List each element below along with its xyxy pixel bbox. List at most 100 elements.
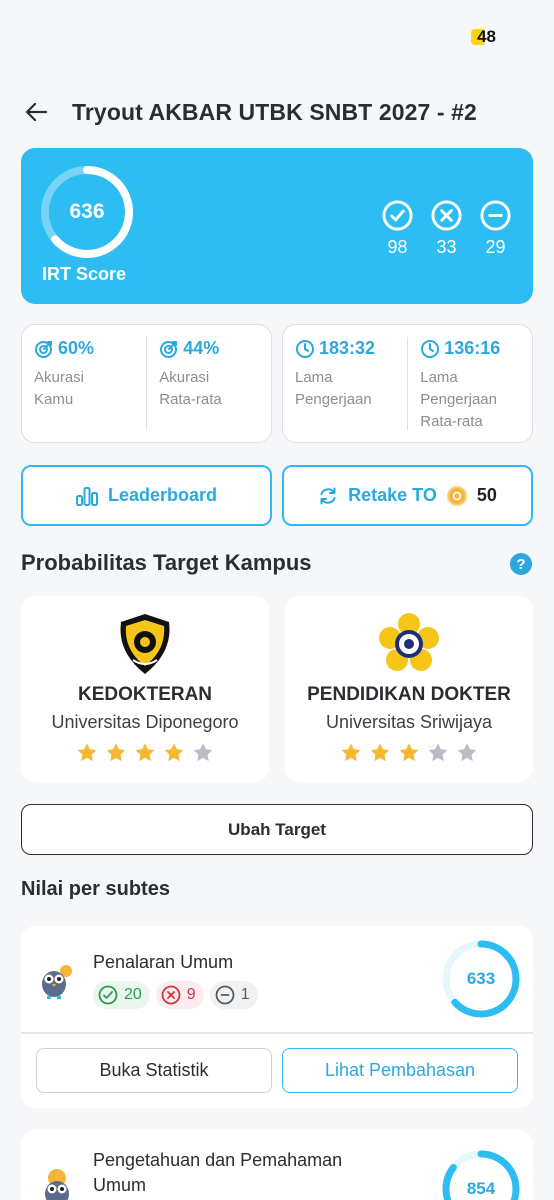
leaderboard-button[interactable]: Leaderboard	[21, 465, 272, 526]
owl-mascot-icon	[37, 1168, 77, 1200]
star-filled-icon	[106, 743, 126, 762]
irt-score-value: 636	[69, 200, 105, 223]
divider	[21, 1032, 533, 1034]
bar-chart-icon	[75, 486, 98, 506]
subtest-answer-chips: 20 9 1	[93, 981, 258, 1009]
status-bar: 48	[471, 26, 496, 48]
duration-average-value: 136:16	[444, 338, 501, 358]
accuracy-yours-label-1: Akurasi	[34, 369, 85, 386]
duration-yours-label-1: Lama	[295, 369, 333, 386]
accuracy-box: 60% Akurasi Kamu 44% Akurasi Rata-rata	[21, 324, 272, 443]
subtest-name-line-2: Umum	[93, 1175, 146, 1195]
unsri-logo	[379, 612, 439, 676]
subtest-score: 633	[466, 969, 496, 988]
subtest-card: Pengetahuan dan Pemahaman Umum 854	[21, 1130, 533, 1200]
page-title: Tryout AKBAR UTBK SNBT 2027 - #2	[72, 98, 477, 125]
battery-indicator: 48	[471, 27, 496, 47]
accuracy-yours-label-2: Kamu	[34, 391, 74, 408]
duration-average-label-2: Pengerjaan	[420, 391, 497, 408]
retake-label: Retake TO	[348, 485, 437, 505]
campus-major: PENDIDIKAN DOKTER	[307, 684, 511, 705]
campus-section-title: Probabilitas Target Kampus	[21, 550, 312, 575]
minus-circle-icon	[215, 985, 235, 1005]
wrong-stat: 33	[431, 200, 462, 258]
duration-yours: 183:32 Lama Pengerjaan	[283, 325, 407, 442]
check-circle-icon	[382, 200, 413, 231]
subtest-score-ring: 854	[441, 1149, 521, 1200]
campus-major: KEDOKTERAN	[77, 684, 213, 705]
skipped-stat: 29	[480, 200, 511, 258]
answer-stats: 98 33 29	[382, 200, 511, 258]
owl-mascot-icon	[37, 960, 77, 1005]
duration-average-label-1: Lama	[420, 369, 458, 386]
x-circle-icon	[431, 200, 462, 231]
change-target-button[interactable]: Ubah Target	[21, 804, 533, 855]
accuracy-average: 44% Akurasi Rata-rata	[147, 325, 271, 442]
subtests-section-title: Nilai per subtes	[21, 878, 170, 900]
subtest-name: Penalaran Umum	[93, 952, 234, 972]
back-button[interactable]	[20, 96, 52, 128]
subtest-score-ring: 633	[441, 939, 521, 1019]
accuracy-average-label-1: Akurasi	[159, 369, 210, 386]
page-header: Tryout AKBAR UTBK SNBT 2027 - #2	[20, 92, 534, 132]
campus-card[interactable]: PENDIDIKAN DOKTER Universitas Sriwijaya	[285, 596, 533, 782]
wrong-count: 9	[186, 986, 196, 1003]
duration-average-label-3: Rata-rata	[420, 413, 483, 430]
coin-icon	[446, 485, 467, 506]
skipped-count: 29	[485, 237, 506, 257]
wrong-count: 33	[436, 237, 457, 257]
accuracy-average-label-2: Rata-rata	[159, 391, 222, 408]
irt-score-label: IRT Score	[42, 264, 127, 284]
star-empty-icon	[428, 743, 448, 762]
target-icon	[35, 340, 52, 358]
refresh-icon	[320, 487, 336, 504]
correct-count: 20	[124, 986, 142, 1003]
correct-count: 98	[387, 237, 408, 257]
star-empty-icon	[193, 743, 213, 762]
accuracy-yours-value: 60%	[58, 338, 95, 358]
campus-university: Universitas Sriwijaya	[325, 712, 493, 732]
skipped-count: 1	[240, 986, 250, 1003]
target-icon	[160, 340, 178, 358]
duration-average: 136:16 Lama Pengerjaan Rata-rata	[408, 325, 532, 442]
star-filled-icon	[135, 743, 155, 762]
leaderboard-label: Leaderboard	[107, 485, 218, 505]
star-filled-icon	[77, 743, 97, 762]
open-statistics-button[interactable]: Buka Statistik	[36, 1048, 272, 1093]
subtest-name: Pengetahuan dan Pemahaman Umum	[93, 1148, 342, 1198]
score-summary-card: 636 IRT Score 98 33 29	[21, 148, 533, 304]
probability-stars	[285, 742, 533, 763]
skipped-chip: 1	[209, 981, 258, 1009]
duration-yours-label-2: Pengerjaan	[295, 391, 372, 408]
correct-stat: 98	[382, 200, 413, 258]
campus-university: Universitas Diponegoro	[51, 712, 239, 732]
star-filled-icon	[399, 743, 419, 762]
probability-stars	[21, 742, 269, 763]
x-square-icon	[161, 985, 181, 1005]
star-filled-icon	[164, 743, 184, 762]
campus-card[interactable]: KEDOKTERAN Universitas Diponegoro	[21, 596, 269, 782]
irt-score-ring: 636	[39, 164, 135, 260]
retake-button[interactable]: Retake TO 50	[282, 465, 533, 526]
correct-chip: 20	[93, 981, 150, 1009]
star-filled-icon	[341, 743, 361, 762]
undip-logo	[117, 612, 173, 676]
wrong-chip: 9	[155, 981, 204, 1009]
accuracy-average-value: 44%	[183, 338, 220, 358]
clock-icon	[296, 339, 314, 358]
subtest-card: Penalaran Umum 20 9 1 633 Buka Statistik…	[21, 926, 533, 1108]
battery-level: 48	[477, 27, 496, 46]
subtest-score: 854	[466, 1179, 496, 1198]
duration-yours-value: 183:32	[319, 338, 376, 358]
clock-icon	[421, 339, 440, 358]
arrow-left-icon	[25, 102, 47, 122]
subtest-name-line-1: Pengetahuan dan Pemahaman	[93, 1150, 343, 1170]
help-icon[interactable]: ?	[510, 553, 532, 575]
retake-cost: 50	[476, 485, 497, 505]
star-empty-icon	[457, 743, 477, 762]
accuracy-yours: 60% Akurasi Kamu	[22, 325, 146, 442]
star-filled-icon	[370, 743, 390, 762]
check-circle-icon	[98, 985, 118, 1005]
view-discussion-button[interactable]: Lihat Pembahasan	[282, 1048, 518, 1093]
duration-box: 183:32 Lama Pengerjaan 136:16 Lama Penge…	[282, 324, 533, 443]
